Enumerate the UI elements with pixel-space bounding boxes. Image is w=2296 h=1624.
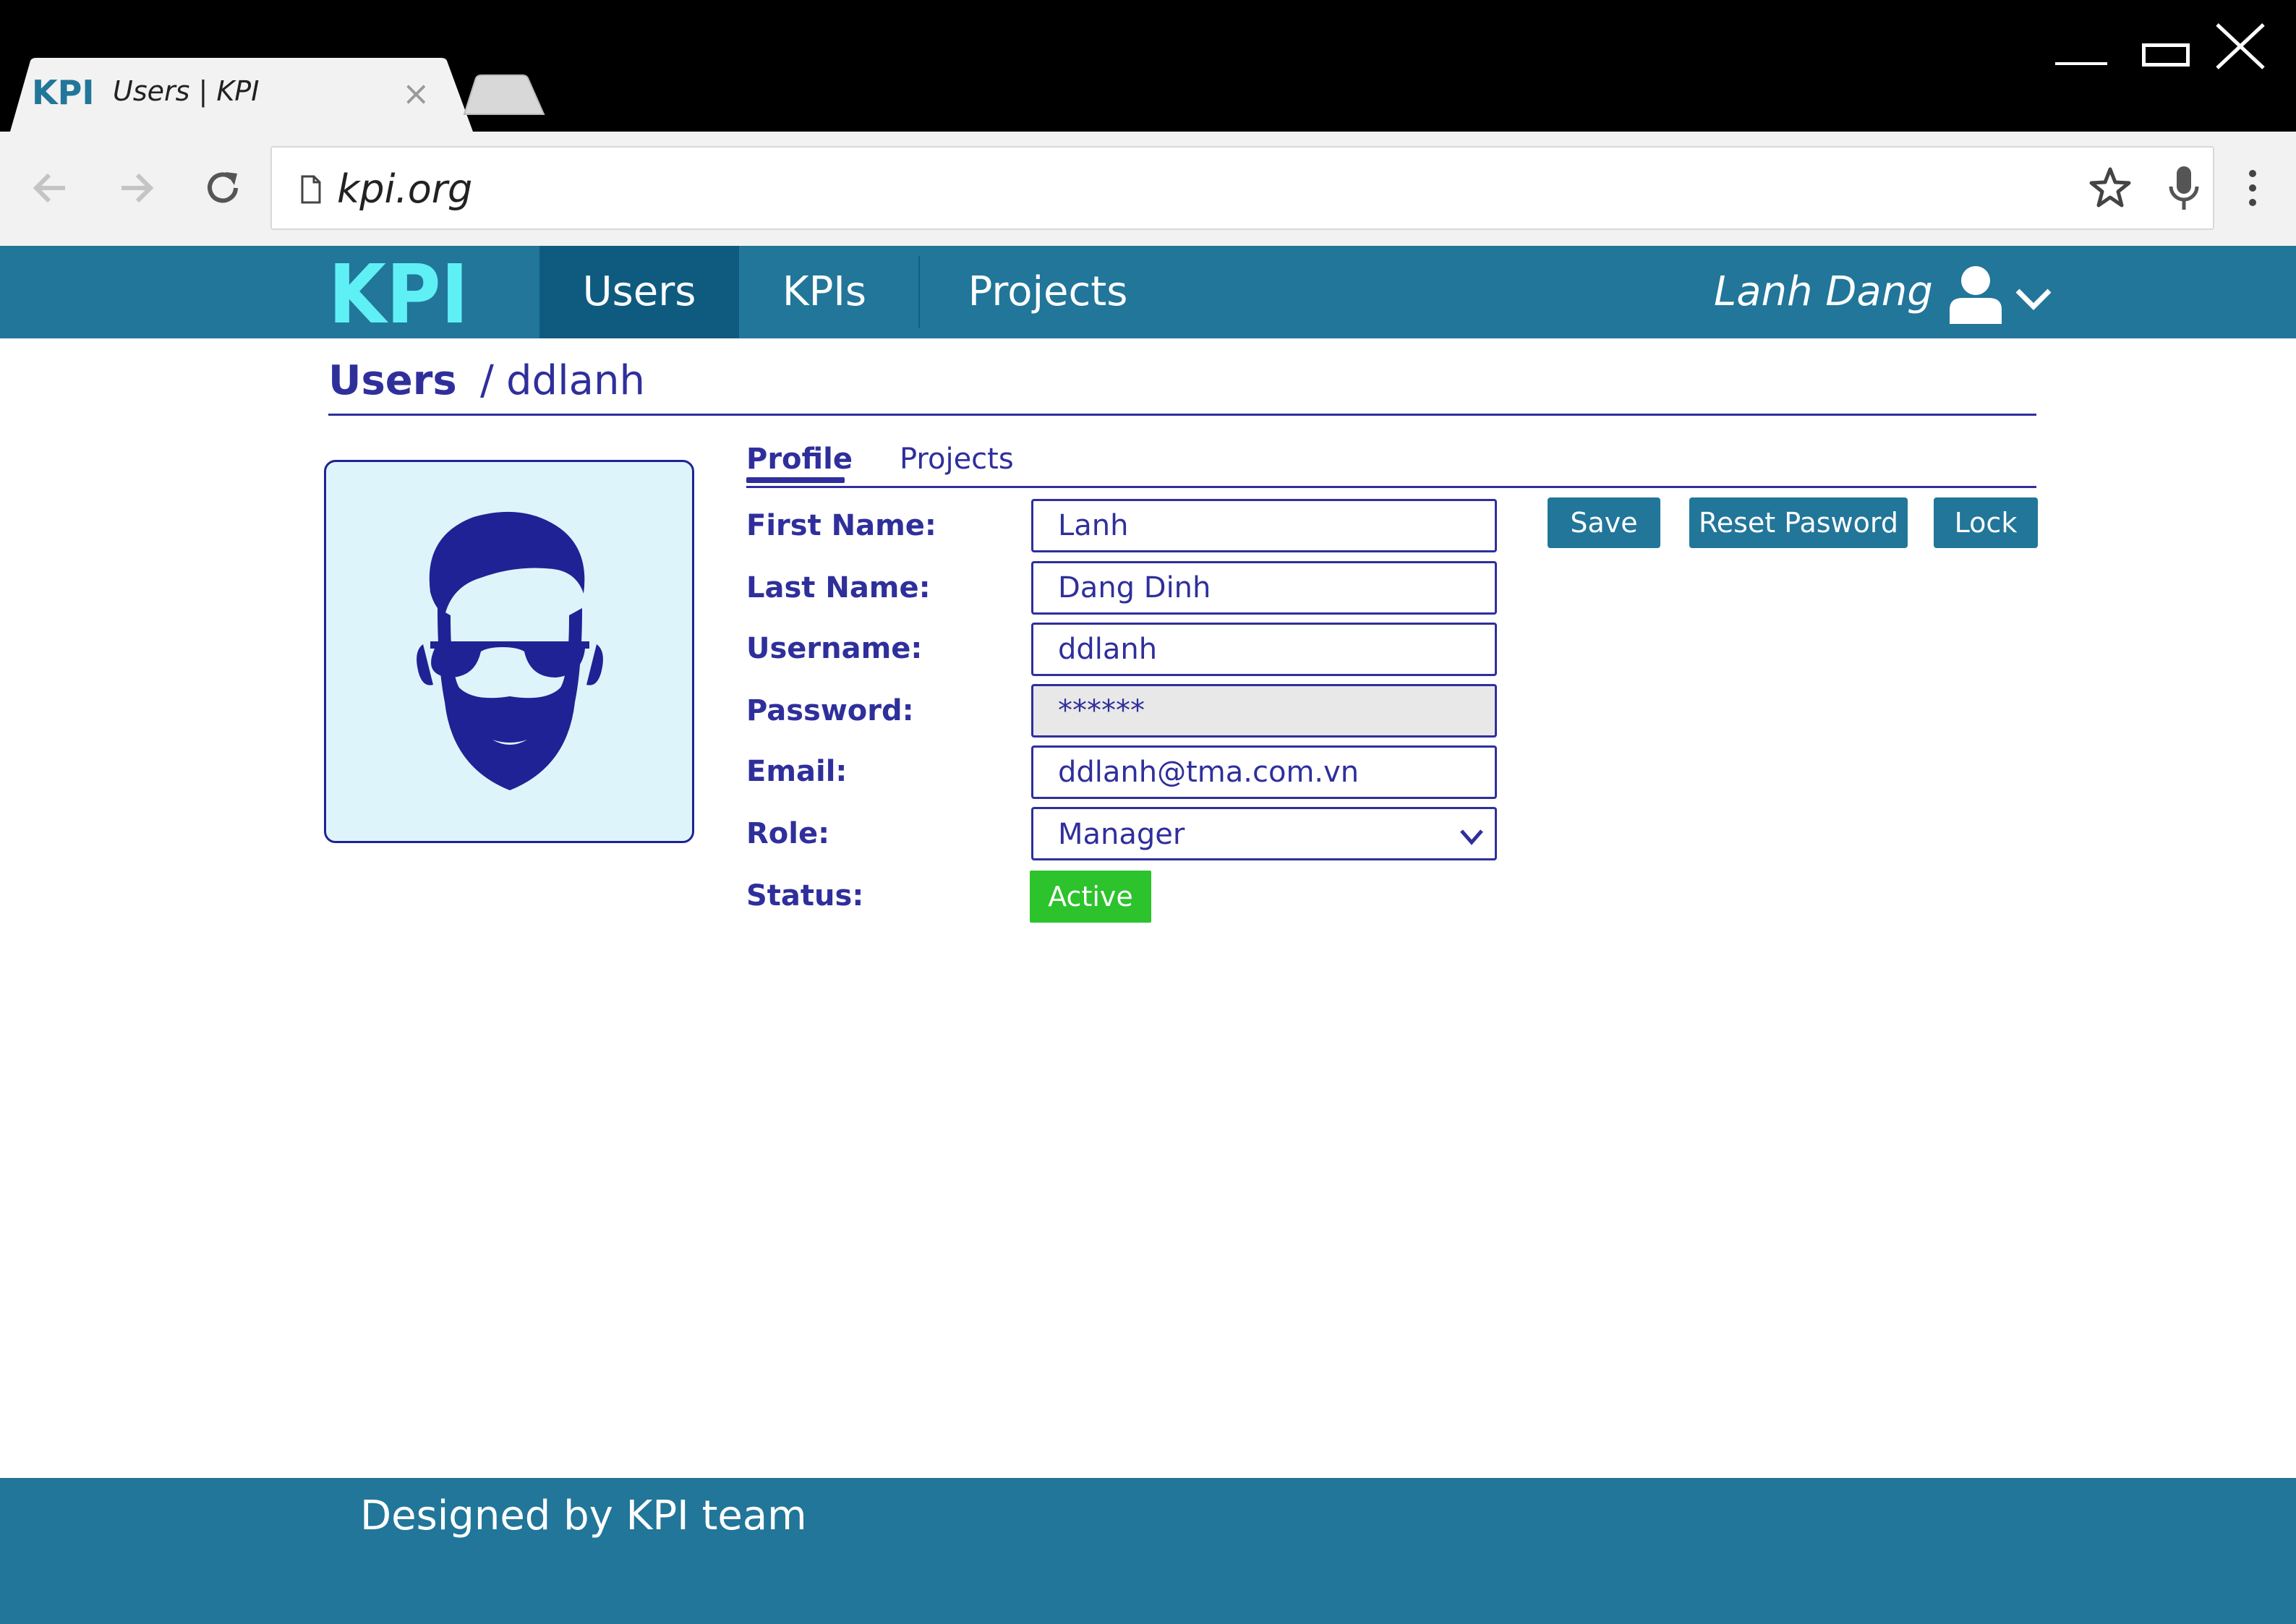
tab-projects[interactable]: Projects (900, 443, 1014, 476)
breadcrumb-divider (328, 414, 2036, 416)
microphone-icon[interactable] (2161, 163, 2207, 214)
status-badge: Active (1030, 871, 1151, 923)
address-text[interactable]: kpi.org (337, 166, 472, 212)
nav-projects[interactable]: Projects (937, 246, 1158, 338)
breadcrumb-separator: / (480, 357, 494, 404)
current-user-name[interactable]: Lanh Dang (1714, 246, 1933, 338)
save-button[interactable]: Save (1548, 497, 1660, 548)
more-vert-icon[interactable] (2242, 165, 2263, 211)
password-label: Password: (746, 694, 914, 727)
back-arrow-icon[interactable] (27, 165, 74, 211)
tabs-divider (746, 486, 2036, 488)
nav-kpis[interactable]: KPIs (739, 246, 910, 338)
status-label: Status: (746, 879, 864, 913)
active-tab-indicator (746, 477, 845, 483)
tab-profile[interactable]: Profile (746, 443, 853, 476)
role-value: Manager (1058, 818, 1185, 851)
tab-favicon-icon: KPI (32, 73, 94, 112)
role-label: Role: (746, 817, 830, 850)
star-icon[interactable] (2087, 165, 2133, 211)
last-name-label: Last Name: (746, 571, 931, 604)
tab-close-icon[interactable]: × (402, 77, 430, 110)
forward-arrow-icon[interactable] (113, 165, 159, 211)
window-maximize-icon[interactable] (2142, 43, 2190, 67)
bearded-man-icon (417, 511, 603, 790)
footer-text: Designed by KPI team (360, 1492, 807, 1539)
breadcrumb-current: ddlanh (506, 357, 645, 404)
breadcrumb-users[interactable]: Users (328, 357, 457, 404)
username-field[interactable] (1031, 623, 1497, 676)
tab-favicon-text: KPI (32, 74, 93, 110)
window-minimize-icon[interactable] (2055, 62, 2107, 65)
page-footer (0, 1478, 2296, 1624)
reset-password-button[interactable]: Reset Pasword (1689, 497, 1908, 548)
brand-text: KPI (328, 257, 469, 327)
chevron-down-icon (1459, 828, 1485, 847)
first-name-field[interactable] (1031, 499, 1497, 552)
last-name-field[interactable] (1031, 561, 1497, 615)
page-icon (301, 175, 321, 207)
tab-title: Users | KPI (113, 75, 260, 107)
first-name-label: First Name: (746, 509, 936, 542)
chevron-down-icon[interactable] (2015, 286, 2052, 311)
address-bar[interactable]: kpi.org (270, 146, 2214, 230)
user-avatar-icon[interactable] (1948, 265, 2003, 324)
new-tab-button[interactable] (460, 72, 547, 120)
email-label: Email: (746, 755, 848, 788)
role-select[interactable]: Manager (1031, 807, 1497, 860)
lock-button[interactable]: Lock (1934, 497, 2038, 548)
email-field[interactable] (1031, 745, 1497, 799)
brand-logo[interactable]: KPI (328, 248, 470, 342)
nav-users[interactable]: Users (539, 246, 739, 338)
nav-divider (918, 256, 920, 328)
password-field (1031, 684, 1497, 738)
user-avatar[interactable] (324, 460, 694, 843)
window-close-icon[interactable] (2214, 22, 2266, 71)
username-label: Username: (746, 632, 923, 665)
reload-icon[interactable] (200, 165, 246, 211)
